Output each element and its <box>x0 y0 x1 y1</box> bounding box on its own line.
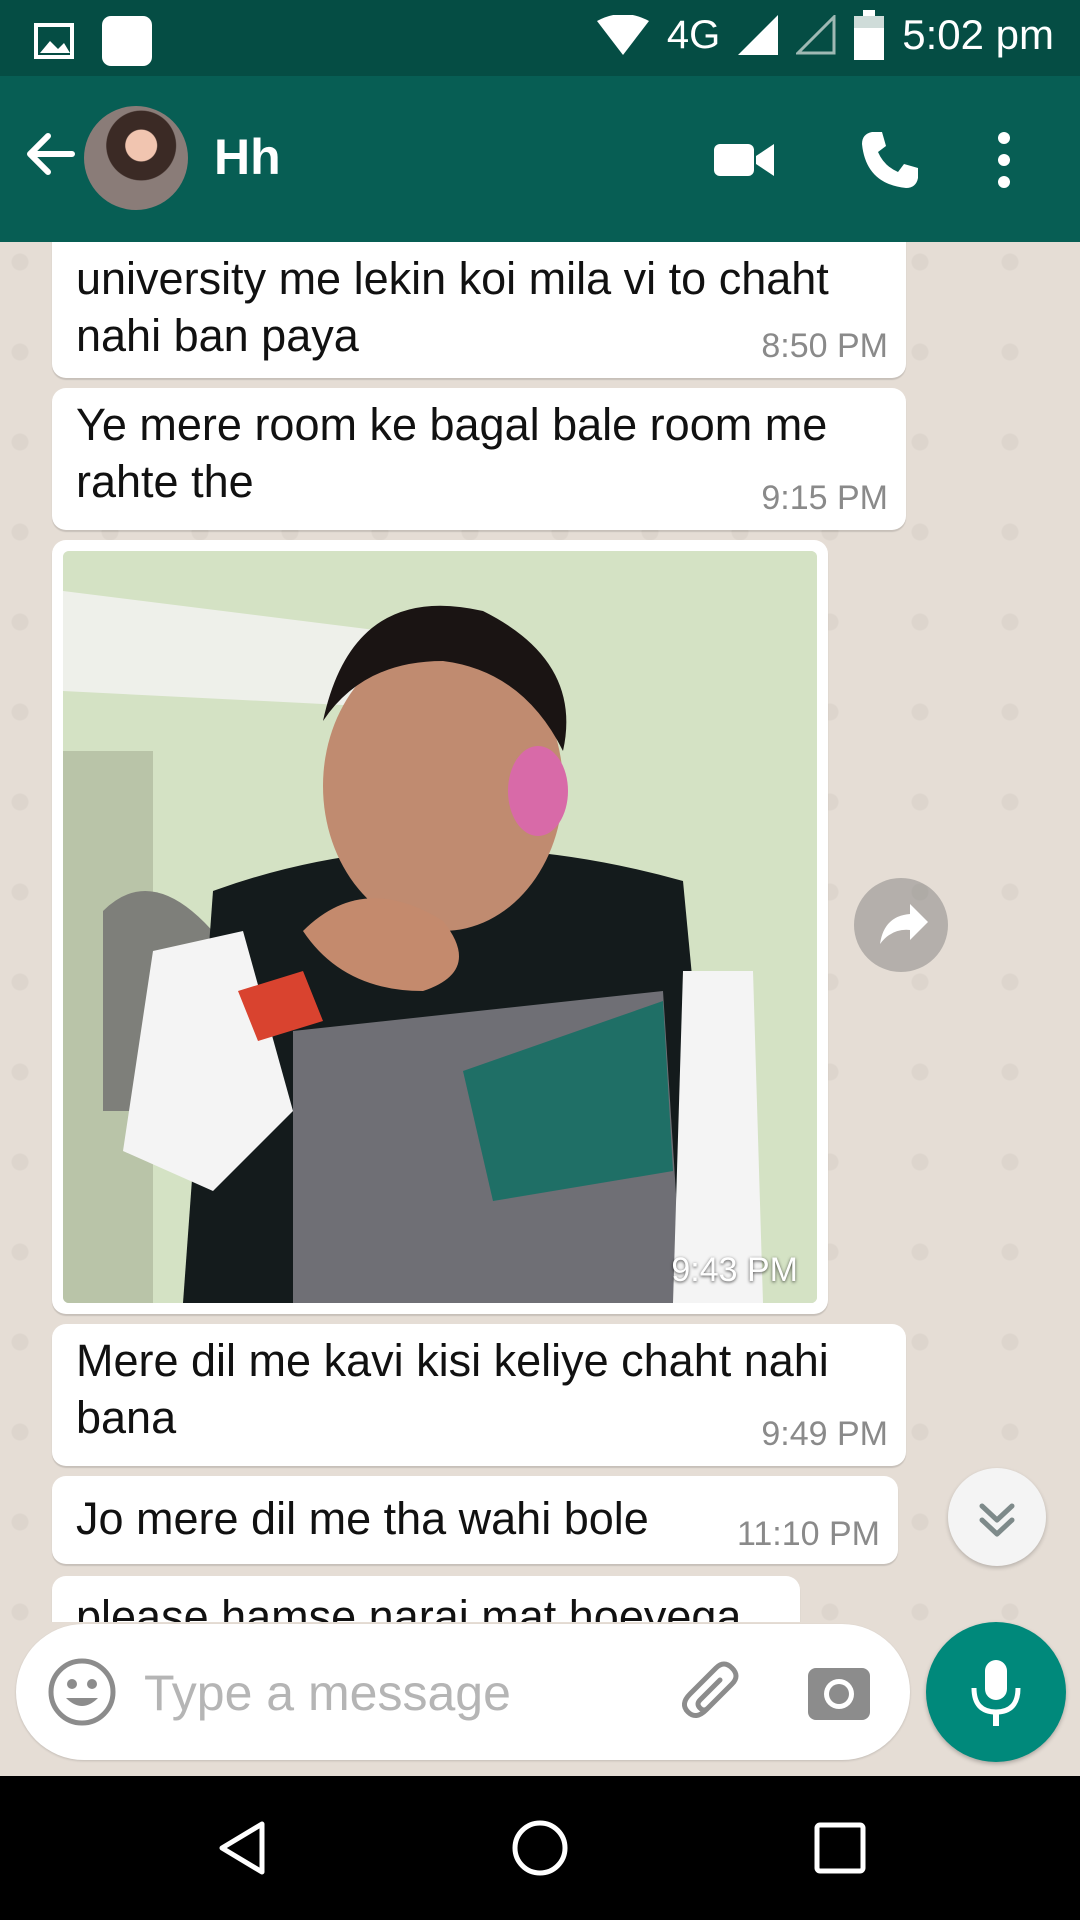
message-list[interactable]: university me lekin koi mila vi to chaht… <box>0 242 1080 1622</box>
photo-person <box>63 551 817 1303</box>
message-text: Jo mere dil me tha wahi bole <box>76 1493 649 1544</box>
message-bubble[interactable]: Mere dil me kavi kisi keliye chaht nahi … <box>52 1324 906 1466</box>
attach-icon[interactable] <box>676 1658 746 1728</box>
message-text: university me lekin koi mila vi to chaht… <box>76 253 829 361</box>
emoji-icon[interactable] <box>46 1656 118 1728</box>
video-call-icon[interactable] <box>712 128 776 192</box>
nav-home-icon[interactable] <box>508 1816 572 1880</box>
wifi-icon <box>596 15 649 55</box>
image-message[interactable]: 9:43 PM <box>52 540 828 1314</box>
message-time: 9:49 PM <box>761 1415 888 1453</box>
gallery-icon <box>34 23 74 59</box>
signal-icon <box>738 15 779 55</box>
message-time: 9:43 PM <box>671 1251 798 1289</box>
nav-back-icon[interactable] <box>210 1816 274 1880</box>
status-time: 5:02 pm <box>902 11 1054 58</box>
chat-header: Hh <box>0 76 1080 242</box>
more-options-icon[interactable] <box>984 128 1024 192</box>
mic-button[interactable] <box>926 1622 1066 1762</box>
app-icon <box>102 16 152 66</box>
photo[interactable] <box>63 551 817 1303</box>
message-bubble[interactable]: Ye mere room ke bagal bale room me rahte… <box>52 388 906 530</box>
mic-icon <box>971 1660 1021 1726</box>
message-time: 8:50 PM <box>761 327 888 365</box>
voice-call-icon[interactable] <box>858 128 922 192</box>
message-bubble[interactable]: university me lekin koi mila vi to chaht… <box>52 242 906 378</box>
signal-empty-icon <box>796 15 836 55</box>
message-time: 11:10 PM <box>736 1515 880 1553</box>
nav-recents-icon[interactable] <box>808 1816 872 1880</box>
message-text: Ye mere room ke bagal bale room me rahte… <box>76 399 828 507</box>
back-arrow-icon[interactable] <box>22 126 78 182</box>
message-text: Mere dil me kavi kisi keliye chaht nahi … <box>76 1335 829 1443</box>
message-text: please hamse narai mat hoeyega <box>76 1591 742 1622</box>
scroll-down-button[interactable] <box>948 1468 1046 1566</box>
message-bubble[interactable]: Jo mere dil me tha wahi bole 11:10 PM <box>52 1476 898 1564</box>
battery-icon <box>854 10 885 60</box>
scroll-down-icon <box>979 1503 1015 1537</box>
forward-button[interactable] <box>854 878 948 972</box>
message-time: 9:15 PM <box>761 479 888 517</box>
contact-name[interactable]: Hh <box>214 128 281 186</box>
navigation-bar <box>0 1776 1080 1920</box>
camera-icon[interactable] <box>806 1660 872 1726</box>
message-bubble[interactable]: please hamse narai mat hoeyega <box>52 1576 800 1622</box>
avatar[interactable] <box>84 106 188 210</box>
message-input[interactable] <box>142 1658 666 1728</box>
forward-icon <box>880 904 928 944</box>
status-bar: 4G 5:02 pm <box>0 0 1080 76</box>
composer <box>16 1624 910 1760</box>
network-type: 4G <box>666 12 721 57</box>
